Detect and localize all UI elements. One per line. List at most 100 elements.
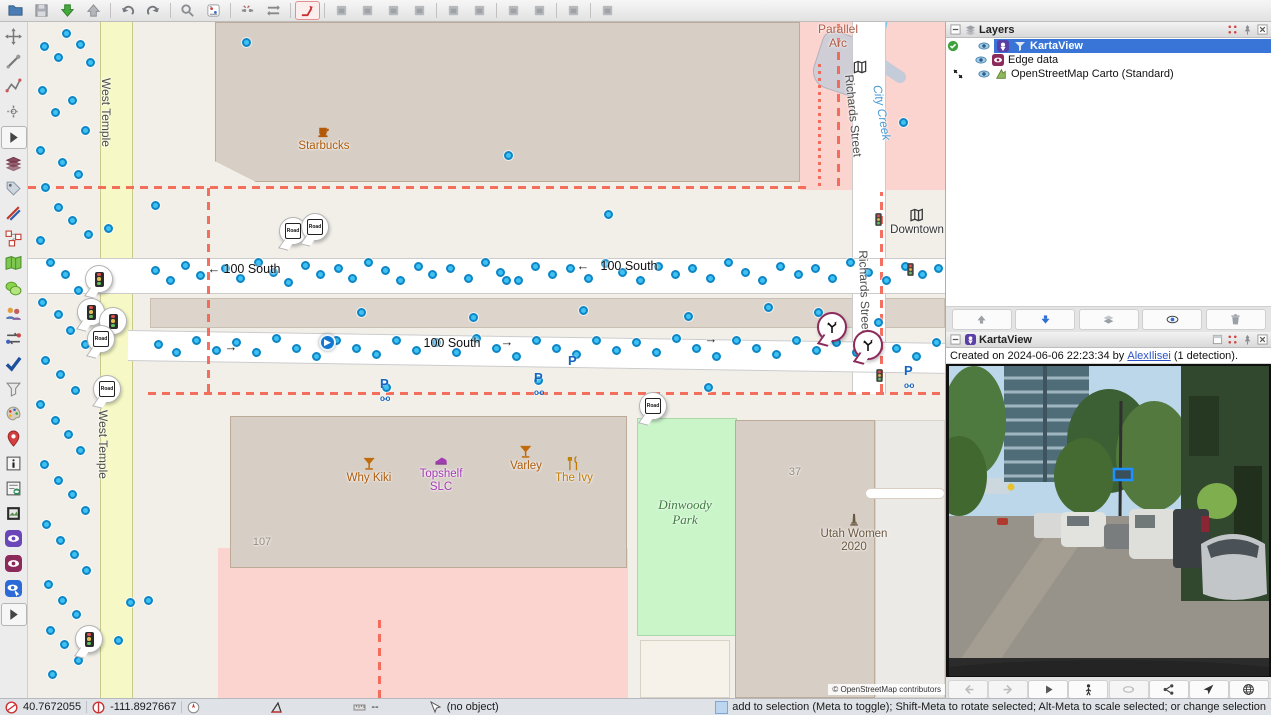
validator-dialog[interactable] bbox=[3, 353, 25, 374]
preset-industrial-button[interactable] bbox=[595, 1, 620, 20]
road-sign-detection-marker[interactable]: Road bbox=[639, 392, 667, 420]
preset-4-button[interactable] bbox=[407, 1, 432, 20]
toggle-layer-visibility-button[interactable] bbox=[1142, 309, 1202, 330]
notes-dialog[interactable] bbox=[3, 278, 25, 299]
kartaview-image-node[interactable] bbox=[68, 216, 77, 225]
kartaview-image-node[interactable] bbox=[846, 258, 855, 267]
move-layer-up-button[interactable] bbox=[952, 309, 1012, 330]
kartaview-image-node[interactable] bbox=[151, 201, 160, 210]
kartaview-image-node[interactable] bbox=[704, 383, 713, 392]
kartaview-image-node[interactable] bbox=[764, 303, 773, 312]
kartaview-image-node[interactable] bbox=[334, 264, 343, 273]
expand-toolbar[interactable] bbox=[1, 126, 27, 149]
measurement-dialog[interactable] bbox=[3, 203, 25, 224]
kartaview-image-node[interactable] bbox=[301, 261, 310, 270]
kartaview-image-node[interactable] bbox=[126, 598, 135, 607]
preset-3-button[interactable] bbox=[381, 1, 406, 20]
preset-car-button[interactable] bbox=[441, 1, 466, 20]
kartaview-image-node[interactable] bbox=[864, 268, 873, 277]
upload-data-button[interactable] bbox=[81, 1, 106, 20]
relations-dialog[interactable] bbox=[3, 228, 25, 249]
kartaview-image-node[interactable] bbox=[41, 356, 50, 365]
delete-layer-button[interactable] bbox=[1206, 309, 1266, 330]
kartaview-image-node[interactable] bbox=[81, 506, 90, 515]
pin-panel-icon[interactable] bbox=[1241, 24, 1253, 36]
edge-data-visibility-toggle[interactable] bbox=[3, 553, 25, 574]
kartaview-visibility-toggle[interactable] bbox=[3, 528, 25, 549]
traffic-light-detection-marker[interactable] bbox=[75, 625, 103, 653]
kartaview-image-node[interactable] bbox=[604, 210, 613, 219]
select-tool[interactable] bbox=[3, 26, 25, 47]
map-styles-dialog[interactable] bbox=[3, 253, 25, 274]
kartaview-image-node[interactable] bbox=[776, 262, 785, 271]
kartaview-image-node[interactable] bbox=[76, 40, 85, 49]
kartaview-image-node[interactable] bbox=[414, 262, 423, 271]
kartaview-image-node[interactable] bbox=[38, 298, 47, 307]
share-button[interactable] bbox=[1149, 680, 1189, 699]
kartaview-image-node[interactable] bbox=[348, 274, 357, 283]
redo-button[interactable] bbox=[141, 1, 166, 20]
kartaview-image-node[interactable] bbox=[212, 346, 221, 355]
kartaview-image-node[interactable] bbox=[688, 264, 697, 273]
kartaview-image-node[interactable] bbox=[46, 626, 55, 635]
kartaview-image-node[interactable] bbox=[86, 58, 95, 67]
kartaview-pin-dialog[interactable] bbox=[3, 428, 25, 449]
kartaview-image-node[interactable] bbox=[46, 258, 55, 267]
kartaview-image-node[interactable] bbox=[71, 386, 80, 395]
kartaview-image-node[interactable] bbox=[312, 352, 321, 361]
kartaview-image-node[interactable] bbox=[292, 344, 301, 353]
kartaview-image-node[interactable] bbox=[166, 276, 175, 285]
kartaview-image-node[interactable] bbox=[40, 42, 49, 51]
kartaview-image-node[interactable] bbox=[934, 264, 943, 273]
next-image-button[interactable] bbox=[988, 680, 1028, 699]
kartaview-image-node[interactable] bbox=[811, 264, 820, 273]
kartaview-image-node[interactable] bbox=[192, 336, 201, 345]
kartaview-image-node[interactable] bbox=[48, 670, 57, 679]
kartaview-image-node[interactable] bbox=[446, 264, 455, 273]
kartaview-image-node[interactable] bbox=[514, 276, 523, 285]
kartaview-image-node[interactable] bbox=[412, 346, 421, 355]
kartaview-image-node[interactable] bbox=[882, 276, 891, 285]
kartaview-image-node[interactable] bbox=[254, 258, 263, 267]
info-dialog[interactable] bbox=[3, 453, 25, 474]
kartaview-image-node[interactable] bbox=[61, 270, 70, 279]
kartaview-image-node[interactable] bbox=[428, 270, 437, 279]
switch-to-panorama-button[interactable] bbox=[1068, 680, 1108, 699]
kartaview-image-node[interactable] bbox=[357, 308, 366, 317]
kartaview-image-node[interactable] bbox=[752, 344, 761, 353]
kartaview-image-node[interactable] bbox=[828, 274, 837, 283]
dock-icon[interactable] bbox=[1226, 334, 1238, 346]
kartaview-image-node[interactable] bbox=[918, 270, 927, 279]
kartaview-image-node[interactable] bbox=[64, 430, 73, 439]
conflicts-dialog[interactable] bbox=[3, 328, 25, 349]
kartaview-image-node[interactable] bbox=[104, 224, 113, 233]
kartaview-image-node[interactable] bbox=[381, 266, 390, 275]
kartaview-image-node[interactable] bbox=[36, 400, 45, 409]
expand-toolbar-bottom[interactable] bbox=[1, 603, 27, 626]
preferences-button[interactable] bbox=[201, 1, 226, 20]
kartaview-image-node[interactable] bbox=[196, 271, 205, 280]
pin-panel-icon[interactable] bbox=[1241, 334, 1253, 346]
dock-icon[interactable] bbox=[1226, 24, 1238, 36]
kartaview-image-node[interactable] bbox=[671, 270, 680, 279]
kartaview-image-node[interactable] bbox=[68, 490, 77, 499]
kartaview-image-node[interactable] bbox=[284, 278, 293, 287]
kartaview-image-node[interactable] bbox=[612, 346, 621, 355]
parallel-way-button[interactable] bbox=[261, 1, 286, 20]
kartaview-image-node[interactable] bbox=[552, 344, 561, 353]
kartaview-image-node[interactable] bbox=[532, 336, 541, 345]
open-in-browser-button[interactable] bbox=[1229, 680, 1269, 699]
kartaview-image-node[interactable] bbox=[632, 338, 641, 347]
kartaview-image-node[interactable] bbox=[232, 338, 241, 347]
previous-image-button[interactable] bbox=[948, 680, 988, 699]
open-file-button[interactable] bbox=[3, 1, 28, 20]
kartaview-image-node[interactable] bbox=[56, 536, 65, 545]
kartaview-image-node[interactable] bbox=[396, 276, 405, 285]
kartaview-image-node[interactable] bbox=[242, 38, 251, 47]
kartaview-image-node[interactable] bbox=[592, 336, 601, 345]
author-link[interactable]: AlexIlisei bbox=[1127, 350, 1170, 362]
kartaview-image-node[interactable] bbox=[81, 126, 90, 135]
kartaview-image-node[interactable] bbox=[601, 259, 610, 268]
kartaview-image-node[interactable] bbox=[692, 344, 701, 353]
improve-accuracy-tool[interactable] bbox=[3, 101, 25, 122]
